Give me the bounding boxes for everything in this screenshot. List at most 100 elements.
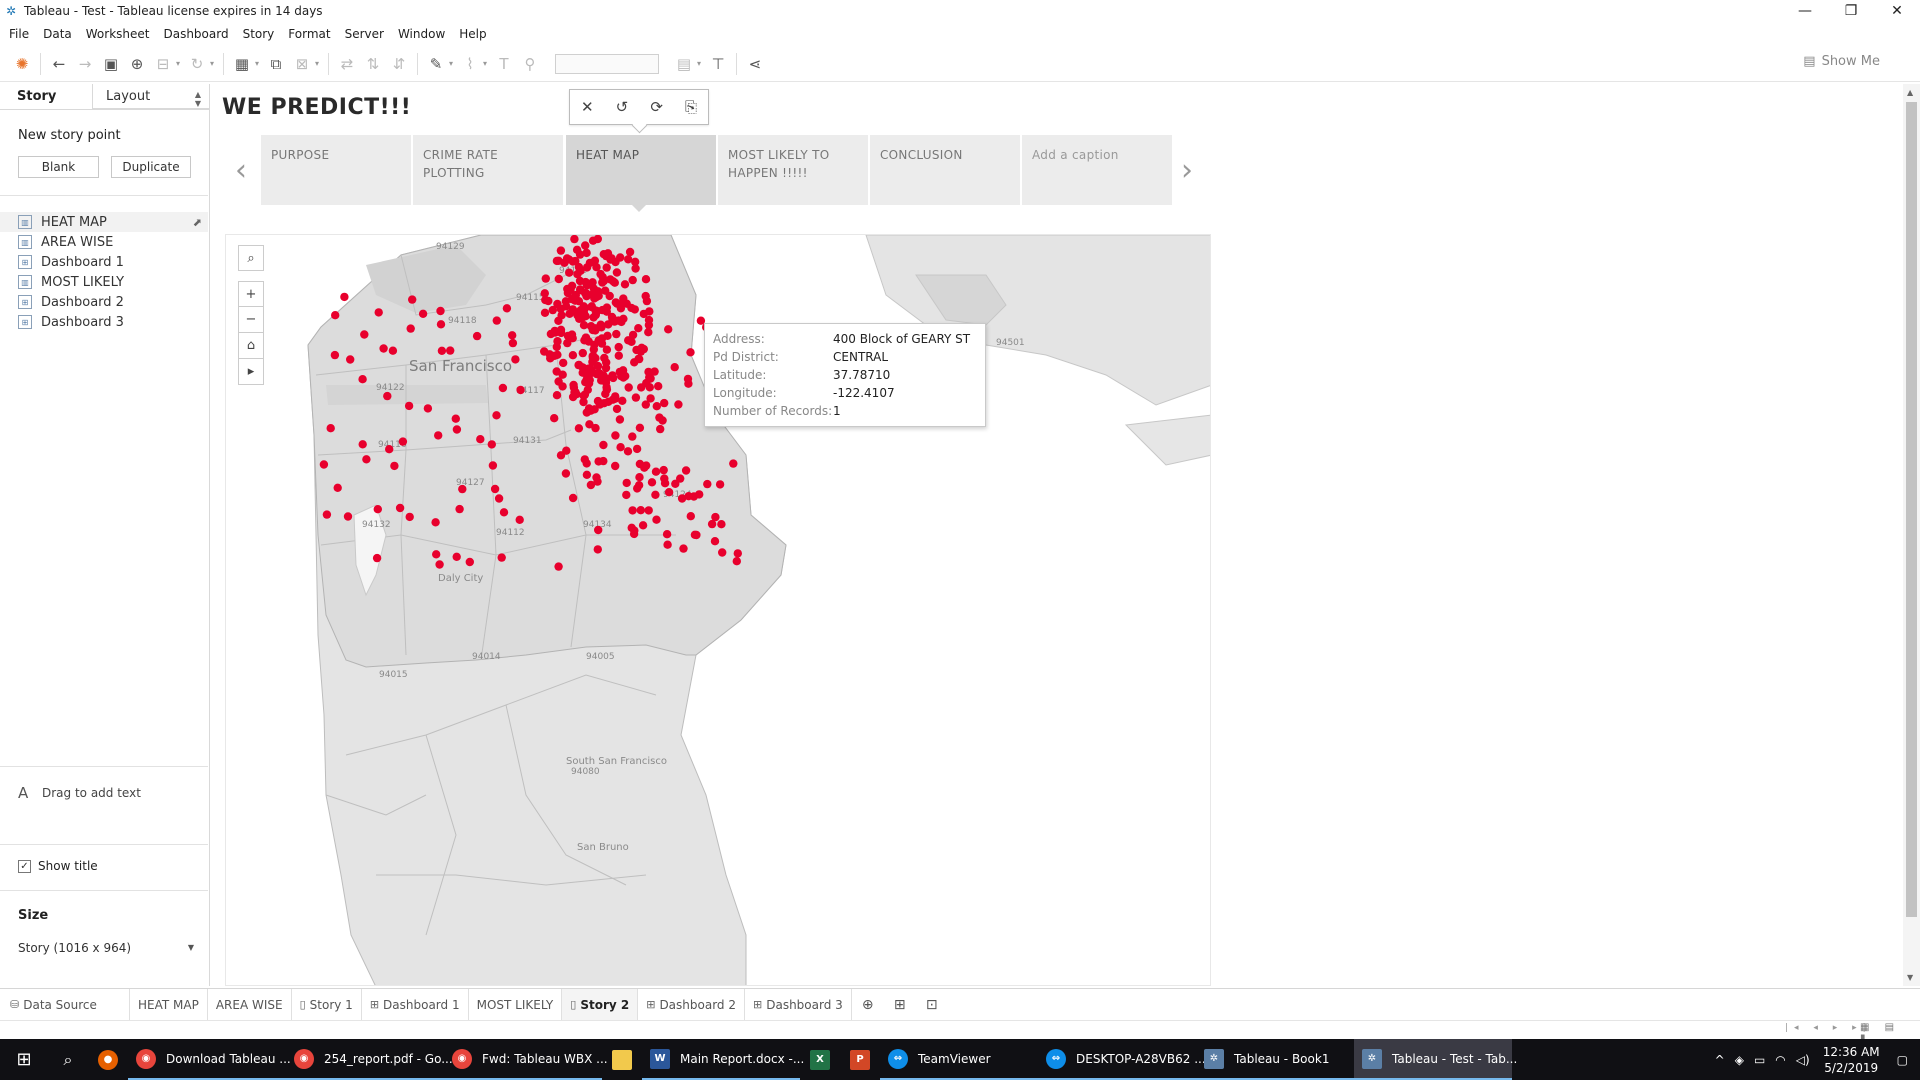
crime-marker[interactable] xyxy=(418,309,428,318)
crime-marker[interactable] xyxy=(635,473,644,482)
crime-marker[interactable] xyxy=(632,444,642,454)
crime-marker[interactable] xyxy=(611,461,620,471)
new-data-source-icon[interactable]: ⊕ xyxy=(124,51,150,77)
crime-marker[interactable] xyxy=(319,460,329,469)
crime-marker[interactable] xyxy=(599,456,608,466)
crime-marker[interactable] xyxy=(645,307,654,316)
crime-marker[interactable] xyxy=(593,361,603,371)
crime-marker[interactable] xyxy=(553,350,562,359)
crime-marker[interactable] xyxy=(574,360,583,370)
crime-marker[interactable] xyxy=(602,374,611,383)
crime-marker[interactable] xyxy=(476,435,485,444)
crime-marker[interactable] xyxy=(582,459,591,468)
menu-story[interactable]: Story xyxy=(238,27,284,41)
blank-button[interactable]: Blank xyxy=(18,156,99,178)
crime-marker[interactable] xyxy=(590,256,600,265)
duplicate-button[interactable]: Duplicate xyxy=(111,156,191,178)
crime-marker[interactable] xyxy=(552,256,562,266)
crime-marker[interactable] xyxy=(390,461,399,471)
clock[interactable]: 12:36 AM 5/2/2019 xyxy=(1823,1044,1880,1076)
crime-marker[interactable] xyxy=(600,353,609,363)
new-story-icon[interactable]: ⊡ xyxy=(916,997,948,1013)
crime-marker[interactable] xyxy=(683,374,693,384)
crime-marker[interactable] xyxy=(398,437,408,446)
crime-marker[interactable] xyxy=(659,465,668,475)
crime-marker[interactable] xyxy=(628,506,637,515)
crime-marker[interactable] xyxy=(568,392,578,402)
crime-marker[interactable] xyxy=(550,414,559,423)
zoom-in-icon[interactable]: + xyxy=(238,281,264,307)
crime-marker[interactable] xyxy=(651,467,661,476)
crime-marker[interactable] xyxy=(644,506,653,515)
crime-marker[interactable] xyxy=(660,398,669,408)
crime-marker[interactable] xyxy=(568,493,578,503)
crime-marker[interactable] xyxy=(652,515,661,524)
crime-marker[interactable] xyxy=(372,553,382,563)
taskbar-app[interactable]: ⇔ TeamViewer xyxy=(880,1039,1038,1080)
crime-marker[interactable] xyxy=(556,246,566,255)
crime-marker[interactable] xyxy=(620,280,630,289)
menu-format[interactable]: Format xyxy=(283,27,339,41)
crime-marker[interactable] xyxy=(638,521,648,530)
crime-marker[interactable] xyxy=(624,255,633,264)
crime-marker[interactable] xyxy=(343,512,353,521)
scroll-down-icon[interactable]: ▼ xyxy=(1907,973,1913,982)
crime-marker[interactable] xyxy=(684,492,693,501)
crime-marker[interactable] xyxy=(405,512,414,522)
crime-marker[interactable] xyxy=(578,348,587,358)
sheet-item-heat-map[interactable]: ▥ HEAT MAP ⬈ xyxy=(0,212,208,232)
crime-marker[interactable] xyxy=(623,447,633,456)
refresh-icon[interactable]: ↻ xyxy=(184,51,210,77)
crime-marker[interactable] xyxy=(676,474,685,483)
menu-server[interactable]: Server xyxy=(340,27,393,41)
crime-marker[interactable] xyxy=(637,343,646,352)
crime-marker[interactable] xyxy=(640,463,649,472)
crime-marker[interactable] xyxy=(574,424,584,433)
crime-marker[interactable] xyxy=(635,354,644,364)
crime-marker[interactable] xyxy=(586,406,595,415)
crime-marker[interactable] xyxy=(568,351,578,360)
crime-marker[interactable] xyxy=(594,525,603,535)
crime-marker[interactable] xyxy=(594,291,603,301)
powerpoint-icon[interactable]: P xyxy=(840,1039,880,1080)
crime-marker[interactable] xyxy=(587,302,596,311)
crime-marker[interactable] xyxy=(436,320,446,329)
story-point-purpose[interactable]: PURPOSE xyxy=(261,135,411,205)
map-search-icon[interactable]: ⌕ xyxy=(238,245,264,271)
delete-icon[interactable]: ✕ xyxy=(581,98,594,116)
crime-marker[interactable] xyxy=(552,391,562,400)
crime-marker[interactable] xyxy=(373,505,382,514)
crime-marker[interactable] xyxy=(599,440,608,450)
security-icon[interactable]: ◈ xyxy=(1735,1053,1744,1067)
menu-window[interactable]: Window xyxy=(393,27,454,41)
crime-marker[interactable] xyxy=(432,550,441,559)
crime-marker[interactable] xyxy=(647,478,657,487)
crime-marker[interactable] xyxy=(358,440,367,449)
crime-marker[interactable] xyxy=(614,351,623,360)
crime-marker[interactable] xyxy=(646,394,655,403)
show-title-checkbox[interactable]: ✓ xyxy=(18,860,31,873)
crime-marker[interactable] xyxy=(601,389,610,399)
story-title[interactable]: WE PREDICT!!! xyxy=(222,95,411,120)
crime-marker[interactable] xyxy=(636,506,645,515)
crime-marker[interactable] xyxy=(651,490,660,499)
crime-marker[interactable] xyxy=(679,544,688,553)
chevron-up-icon[interactable]: ^ xyxy=(1715,1053,1725,1067)
crime-marker[interactable] xyxy=(494,494,504,503)
crime-marker[interactable] xyxy=(598,305,607,315)
crime-marker[interactable] xyxy=(404,401,414,411)
volume-icon[interactable]: ◁) xyxy=(1796,1053,1810,1067)
save-icon[interactable]: ▣ xyxy=(98,51,124,77)
crime-marker[interactable] xyxy=(488,461,498,470)
crime-marker[interactable] xyxy=(612,404,622,414)
crime-marker[interactable] xyxy=(331,311,340,320)
clear-sheet-icon[interactable]: ⊠ xyxy=(289,51,315,77)
next-arrow-icon[interactable]: › xyxy=(1181,153,1193,188)
taskbar-app[interactable]: ✲ Tableau - Book1 xyxy=(1196,1039,1354,1080)
crime-marker[interactable] xyxy=(593,545,602,554)
crime-marker[interactable] xyxy=(631,393,641,402)
crime-marker[interactable] xyxy=(610,278,619,287)
crime-marker[interactable] xyxy=(581,241,590,250)
drag-to-add-text[interactable]: Drag to add text xyxy=(42,786,141,800)
menu-data[interactable]: Data xyxy=(38,27,81,41)
